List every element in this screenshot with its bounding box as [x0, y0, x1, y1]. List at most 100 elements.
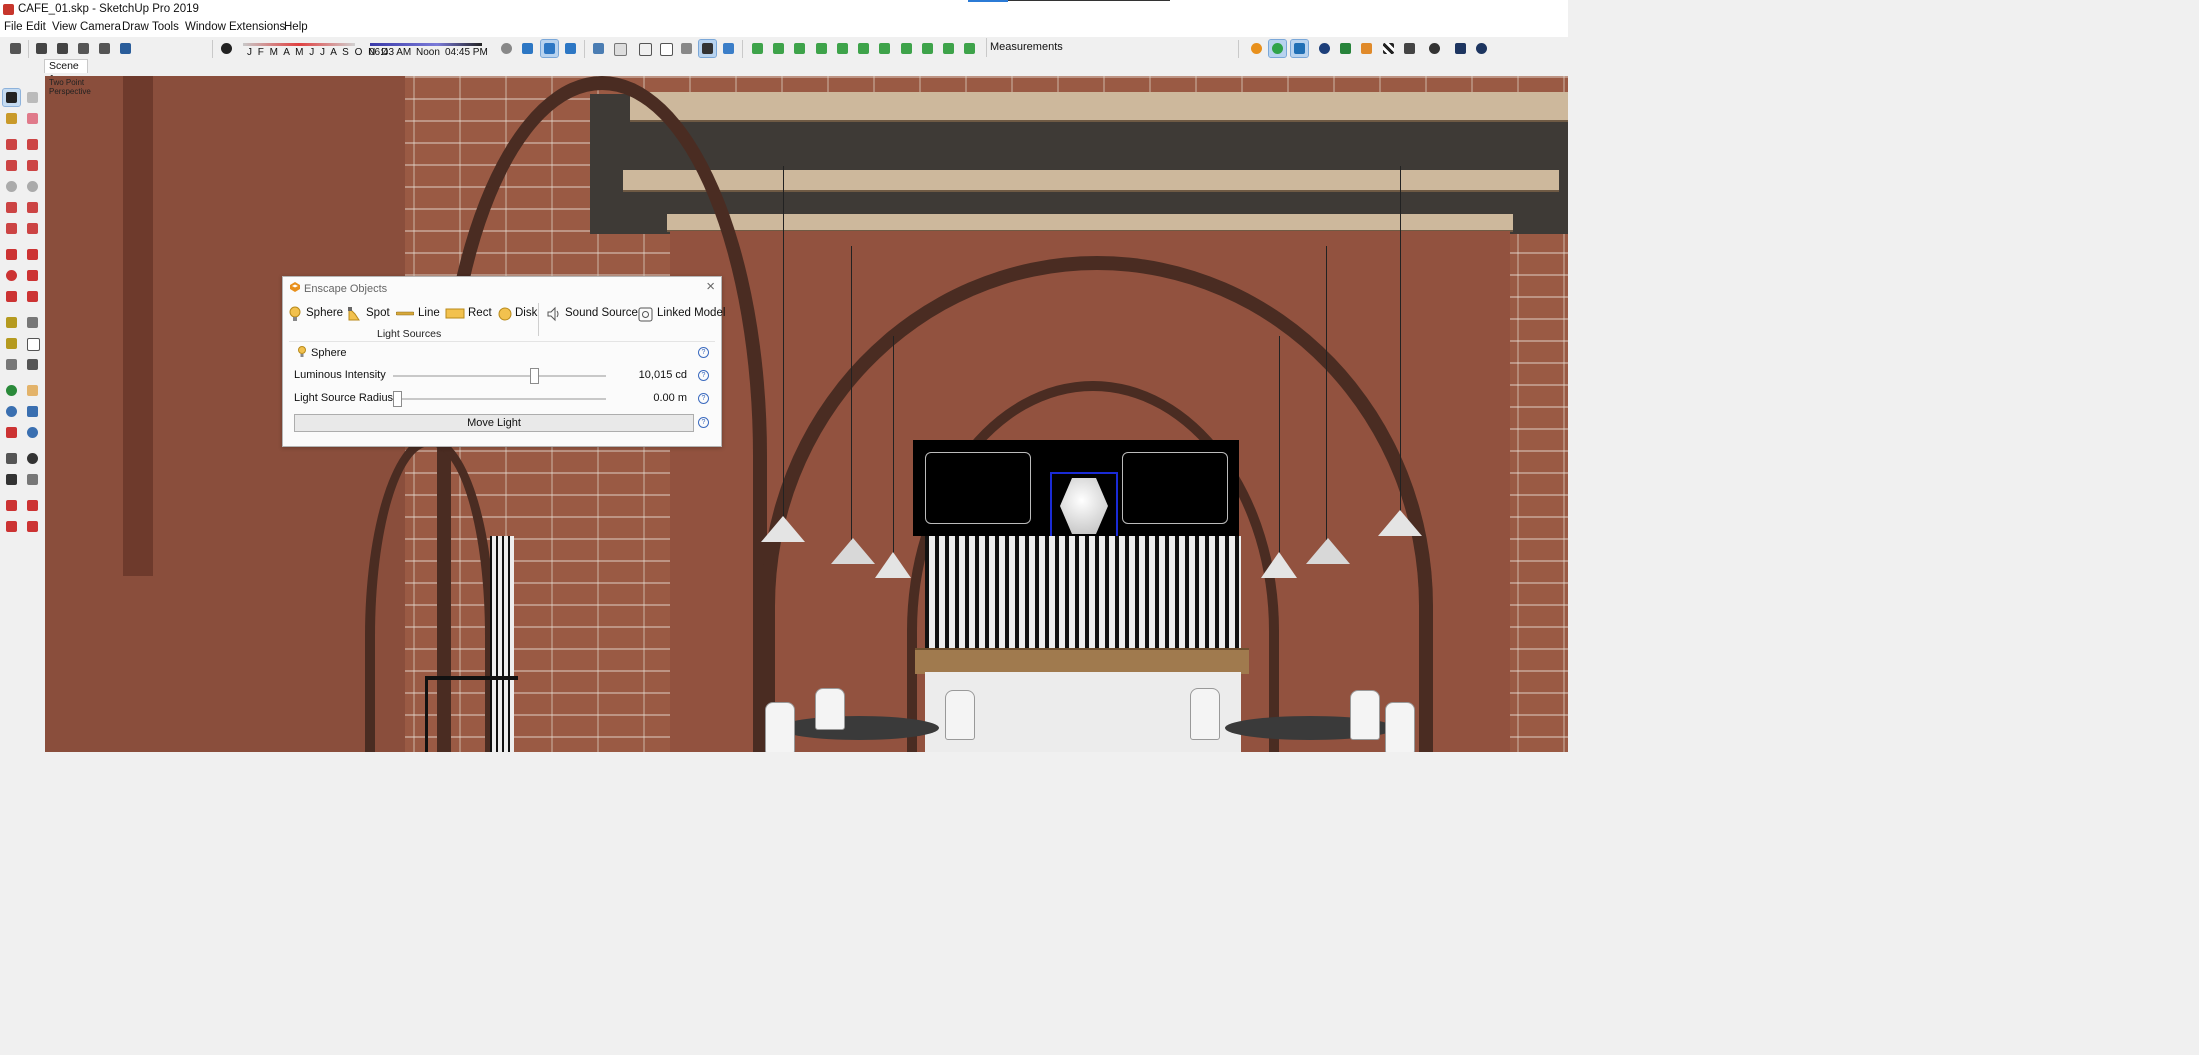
disk-light-button[interactable]: Disk	[498, 305, 537, 323]
plugin-tool-11-icon[interactable]	[961, 40, 978, 57]
shaded-icon[interactable]	[678, 40, 695, 57]
sphere-light-button[interactable]: Sphere	[289, 305, 343, 323]
enscape-settings-icon[interactable]	[1426, 40, 1443, 57]
shaded-textures-icon[interactable]	[698, 39, 717, 58]
enscape-start-icon[interactable]	[1248, 40, 1265, 57]
luminous-help-icon[interactable]: ?	[698, 370, 709, 381]
circle-icon[interactable]	[3, 178, 20, 195]
view-iso-icon[interactable]	[519, 40, 536, 57]
dimension-icon[interactable]	[24, 314, 41, 331]
enscape-add-icon[interactable]	[1316, 40, 1333, 57]
plugin-tool-7-icon[interactable]	[876, 40, 893, 57]
protractor-icon[interactable]	[3, 335, 20, 352]
rectangle-icon[interactable]	[3, 157, 20, 174]
selected-sphere-light[interactable]	[1050, 472, 1118, 542]
xray-icon[interactable]	[590, 40, 607, 57]
scene-tab[interactable]: Scene 1	[44, 59, 88, 85]
view-front-icon[interactable]	[540, 39, 559, 58]
menu-help[interactable]: Help	[284, 21, 308, 33]
previous-view-icon[interactable]	[24, 424, 41, 441]
plugin-tool-8-icon[interactable]	[898, 40, 915, 57]
plugin-tool-6-icon[interactable]	[855, 40, 872, 57]
hidden-line-icon[interactable]	[657, 40, 674, 57]
model-viewport[interactable]: Two Point Perspective	[45, 76, 1568, 752]
enscape-views-icon[interactable]	[1290, 39, 1309, 58]
push-pull-icon[interactable]	[24, 246, 41, 263]
make-component-icon[interactable]	[24, 89, 41, 106]
orbit-tool-icon[interactable]	[3, 382, 20, 399]
zoom-window-icon[interactable]	[24, 403, 41, 420]
model-info-icon[interactable]	[75, 40, 92, 57]
3d-text-icon[interactable]	[24, 356, 41, 373]
layout-send-icon[interactable]	[117, 40, 134, 57]
arc-icon[interactable]	[3, 199, 20, 216]
menu-edit[interactable]: Edit	[26, 21, 46, 33]
shadow-time-slider[interactable]	[370, 43, 482, 46]
orbit-icon[interactable]	[498, 40, 515, 57]
enscape-about-icon[interactable]	[1473, 40, 1490, 57]
freehand-icon[interactable]	[24, 136, 41, 153]
linked-model-button[interactable]: Linked Model	[638, 305, 725, 323]
text-tool-icon[interactable]	[24, 335, 41, 352]
help-icon[interactable]: ?	[698, 347, 709, 358]
extension-warehouse-icon[interactable]	[24, 497, 41, 514]
radius-help-icon[interactable]: ?	[698, 393, 709, 404]
three-point-arc-icon[interactable]	[3, 220, 20, 237]
walk-tool-icon[interactable]	[3, 471, 20, 488]
menu-view[interactable]: View	[52, 21, 77, 33]
sound-source-button[interactable]: Sound Source	[546, 305, 638, 323]
follow-me-icon[interactable]	[24, 267, 41, 284]
move-light-button[interactable]: Move Light	[294, 414, 694, 432]
zoom-tool-icon[interactable]	[3, 403, 20, 420]
light-source-radius-slider[interactable]	[393, 398, 606, 400]
pie-icon[interactable]	[24, 220, 41, 237]
close-icon[interactable]: ×	[706, 279, 715, 294]
pan-tool-icon[interactable]	[24, 382, 41, 399]
rect-light-button[interactable]: Rect	[445, 305, 492, 323]
select-tool-icon[interactable]	[2, 88, 21, 107]
enscape-sync-icon[interactable]	[1268, 39, 1287, 58]
menu-camera[interactable]: Camera	[80, 21, 121, 33]
plugin-tool-10-icon[interactable]	[940, 40, 957, 57]
plugin-tool-5-icon[interactable]	[834, 40, 851, 57]
luminous-intensity-slider[interactable]	[393, 375, 606, 377]
open-file-icon[interactable]	[33, 40, 50, 57]
enscape-assets-icon[interactable]	[1337, 40, 1354, 57]
shadows-toggle-icon[interactable]	[218, 40, 235, 57]
scale-tool-icon[interactable]	[3, 288, 20, 305]
back-edges-icon[interactable]	[611, 40, 628, 57]
warehouse-tool-icon[interactable]	[3, 497, 20, 514]
warehouse-icon[interactable]	[7, 40, 24, 57]
eraser-icon[interactable]	[24, 110, 41, 127]
menu-window[interactable]: Window	[185, 21, 226, 33]
view-right-icon[interactable]	[562, 40, 579, 57]
enscape-materials-icon[interactable]	[1380, 40, 1397, 57]
move-tool-icon[interactable]	[3, 246, 20, 263]
rotated-rectangle-icon[interactable]	[24, 157, 41, 174]
menu-file[interactable]: File	[4, 21, 23, 33]
menu-draw[interactable]: Draw	[122, 21, 149, 33]
move-help-icon[interactable]: ?	[698, 417, 709, 428]
wireframe-icon[interactable]	[636, 40, 653, 57]
save-icon[interactable]	[54, 40, 71, 57]
offset-tool-icon[interactable]	[24, 288, 41, 305]
tape-measure-icon[interactable]	[3, 314, 20, 331]
look-around-icon[interactable]	[24, 450, 41, 467]
export-icon[interactable]	[96, 40, 113, 57]
extension-manager-icon[interactable]	[24, 518, 41, 535]
position-camera-icon[interactable]	[3, 450, 20, 467]
enscape-feedback-icon[interactable]	[1452, 40, 1469, 57]
plugin-tool-3-icon[interactable]	[791, 40, 808, 57]
send-to-layout-icon[interactable]	[3, 518, 20, 535]
plugin-tool-9-icon[interactable]	[919, 40, 936, 57]
enscape-upload-icon[interactable]	[1401, 40, 1418, 57]
zoom-extents-icon[interactable]	[3, 424, 20, 441]
light-source-radius-thumb[interactable]	[393, 391, 402, 407]
plugin-tool-1-icon[interactable]	[749, 40, 766, 57]
enscape-objects-icon[interactable]	[1358, 40, 1375, 57]
monochrome-icon[interactable]	[720, 40, 737, 57]
plugin-tool-2-icon[interactable]	[770, 40, 787, 57]
section-plane-icon[interactable]	[24, 471, 41, 488]
spot-light-button[interactable]: Spot	[347, 305, 391, 323]
line-tool-icon[interactable]	[3, 136, 20, 153]
